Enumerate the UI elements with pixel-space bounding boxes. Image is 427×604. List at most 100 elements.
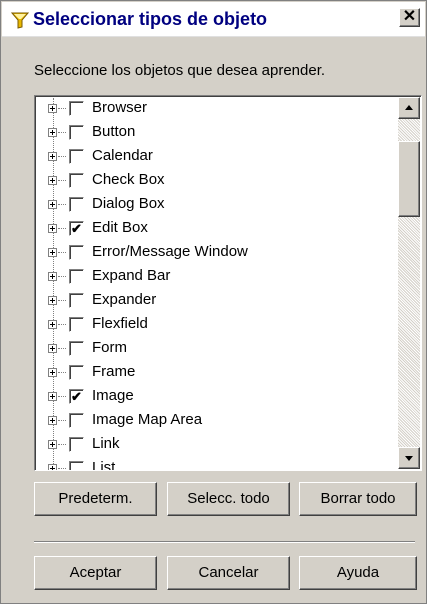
tree-item-expander[interactable]: Expander: [37, 290, 396, 314]
select-all-button[interactable]: Selecc. todo: [167, 482, 290, 516]
item-checkbox[interactable]: [69, 101, 84, 116]
tree-connector-dots: [58, 156, 66, 157]
item-checkbox[interactable]: [69, 173, 84, 188]
item-checkbox[interactable]: [69, 413, 84, 428]
tree-item-link[interactable]: Link: [37, 434, 396, 458]
scrollbar-thumb[interactable]: [398, 141, 420, 217]
tree-item-image-map-area[interactable]: Image Map Area: [37, 410, 396, 434]
plus-box-icon[interactable]: [48, 248, 57, 257]
item-checkbox[interactable]: [69, 149, 84, 164]
item-checkbox[interactable]: [69, 317, 84, 332]
tree-connector-dots: [58, 132, 66, 133]
tree-item-button[interactable]: Button: [37, 122, 396, 146]
plus-box-icon[interactable]: [48, 296, 57, 305]
check-mark-icon: ✔: [71, 221, 82, 236]
default-button[interactable]: Predeterm.: [34, 482, 157, 516]
tree-connector-dots: [58, 468, 66, 469]
item-checkbox[interactable]: [69, 461, 84, 470]
plus-box-icon[interactable]: [48, 416, 57, 425]
title-bar[interactable]: Seleccionar tipos de objeto ✕: [2, 2, 425, 37]
tree-item-expand-bar[interactable]: Expand Bar: [37, 266, 396, 290]
plus-box-icon[interactable]: [48, 272, 57, 281]
help-button[interactable]: Ayuda: [299, 556, 417, 590]
tree-connector-dots: [58, 324, 66, 325]
filter-funnel-icon: [10, 11, 30, 29]
tree-connector-dots: [58, 252, 66, 253]
plus-box-icon[interactable]: [48, 224, 57, 233]
clear-all-button[interactable]: Borrar todo: [299, 482, 417, 516]
plus-box-icon[interactable]: [48, 440, 57, 449]
item-label: Flexfield: [92, 315, 148, 332]
item-checkbox[interactable]: ✔: [69, 221, 84, 236]
item-label: Expand Bar: [92, 267, 171, 284]
tree-item-check-box[interactable]: Check Box: [37, 170, 396, 194]
plus-box-icon[interactable]: [48, 320, 57, 329]
item-label: Edit Box: [92, 219, 148, 236]
item-checkbox[interactable]: [69, 197, 84, 212]
scroll-down-button[interactable]: [398, 447, 420, 469]
tree-item-dialog-box[interactable]: Dialog Box: [37, 194, 396, 218]
tree-connector-dots: [58, 420, 66, 421]
tree-connector-dots: [58, 108, 66, 109]
plus-box-icon[interactable]: [48, 464, 57, 470]
item-checkbox[interactable]: [69, 293, 84, 308]
plus-box-icon[interactable]: [48, 392, 57, 401]
item-checkbox[interactable]: [69, 269, 84, 284]
cancel-button[interactable]: Cancelar: [167, 556, 290, 590]
item-checkbox[interactable]: ✔: [69, 389, 84, 404]
tree-connector-dots: [58, 348, 66, 349]
object-type-tree-list[interactable]: Browser Button Calendar Check Box Dialog Box…: [34, 95, 422, 471]
tree-connector-dots: [58, 444, 66, 445]
tree-item-error-message-window[interactable]: Error/Message Window: [37, 242, 396, 266]
arrow-down-icon: [405, 456, 413, 461]
plus-box-icon[interactable]: [48, 128, 57, 137]
tree-connector-dots: [58, 276, 66, 277]
instruction-text: Seleccione los objetos que desea aprende…: [34, 62, 326, 79]
close-icon: ✕: [402, 8, 417, 25]
plus-box-icon[interactable]: [48, 104, 57, 113]
tree-item-list[interactable]: List: [37, 458, 396, 470]
item-label: Expander: [92, 291, 157, 308]
tree-connector-dots: [58, 396, 66, 397]
item-checkbox[interactable]: [69, 365, 84, 380]
item-label: Button: [92, 123, 136, 140]
item-checkbox[interactable]: [69, 245, 84, 260]
item-label: Image Map Area: [92, 411, 203, 428]
tree-connector-dots: [58, 180, 66, 181]
plus-box-icon[interactable]: [48, 176, 57, 185]
tree-connector-dots: [58, 228, 66, 229]
tree-item-edit-box[interactable]: ✔ Edit Box: [37, 218, 396, 242]
arrow-up-icon: [405, 105, 413, 110]
plus-box-icon[interactable]: [48, 344, 57, 353]
item-label: Dialog Box: [92, 195, 165, 212]
tree-connector-dots: [58, 204, 66, 205]
tree-item-form[interactable]: Form: [37, 338, 396, 362]
tree-item-frame[interactable]: Frame: [37, 362, 396, 386]
item-label: Frame: [92, 363, 136, 380]
select-object-types-dialog: Seleccionar tipos de objeto ✕ Seleccione…: [0, 0, 427, 604]
ok-button[interactable]: Aceptar: [34, 556, 157, 590]
plus-box-icon[interactable]: [48, 152, 57, 161]
item-label: Check Box: [92, 171, 165, 188]
button-divider: [34, 541, 415, 543]
item-label: Image: [92, 387, 134, 404]
tree-item-flexfield[interactable]: Flexfield: [37, 314, 396, 338]
item-label: Calendar: [92, 147, 153, 164]
plus-box-icon[interactable]: [48, 200, 57, 209]
item-checkbox[interactable]: [69, 341, 84, 356]
check-mark-icon: ✔: [71, 389, 82, 404]
close-button[interactable]: ✕: [399, 8, 420, 27]
scroll-up-button[interactable]: [398, 97, 420, 119]
tree-connector-dots: [58, 372, 66, 373]
plus-box-icon[interactable]: [48, 368, 57, 377]
item-label: Error/Message Window: [92, 243, 248, 260]
tree-item-image[interactable]: ✔ Image: [37, 386, 396, 410]
tree-item-browser[interactable]: Browser: [37, 98, 396, 122]
item-checkbox[interactable]: [69, 125, 84, 140]
item-checkbox[interactable]: [69, 437, 84, 452]
vertical-scrollbar[interactable]: [398, 97, 420, 469]
item-label: Browser: [92, 99, 148, 116]
item-label: Link: [92, 435, 120, 452]
tree-item-calendar[interactable]: Calendar: [37, 146, 396, 170]
object-type-tree: Browser Button Calendar Check Box Dialog Box…: [37, 98, 396, 470]
